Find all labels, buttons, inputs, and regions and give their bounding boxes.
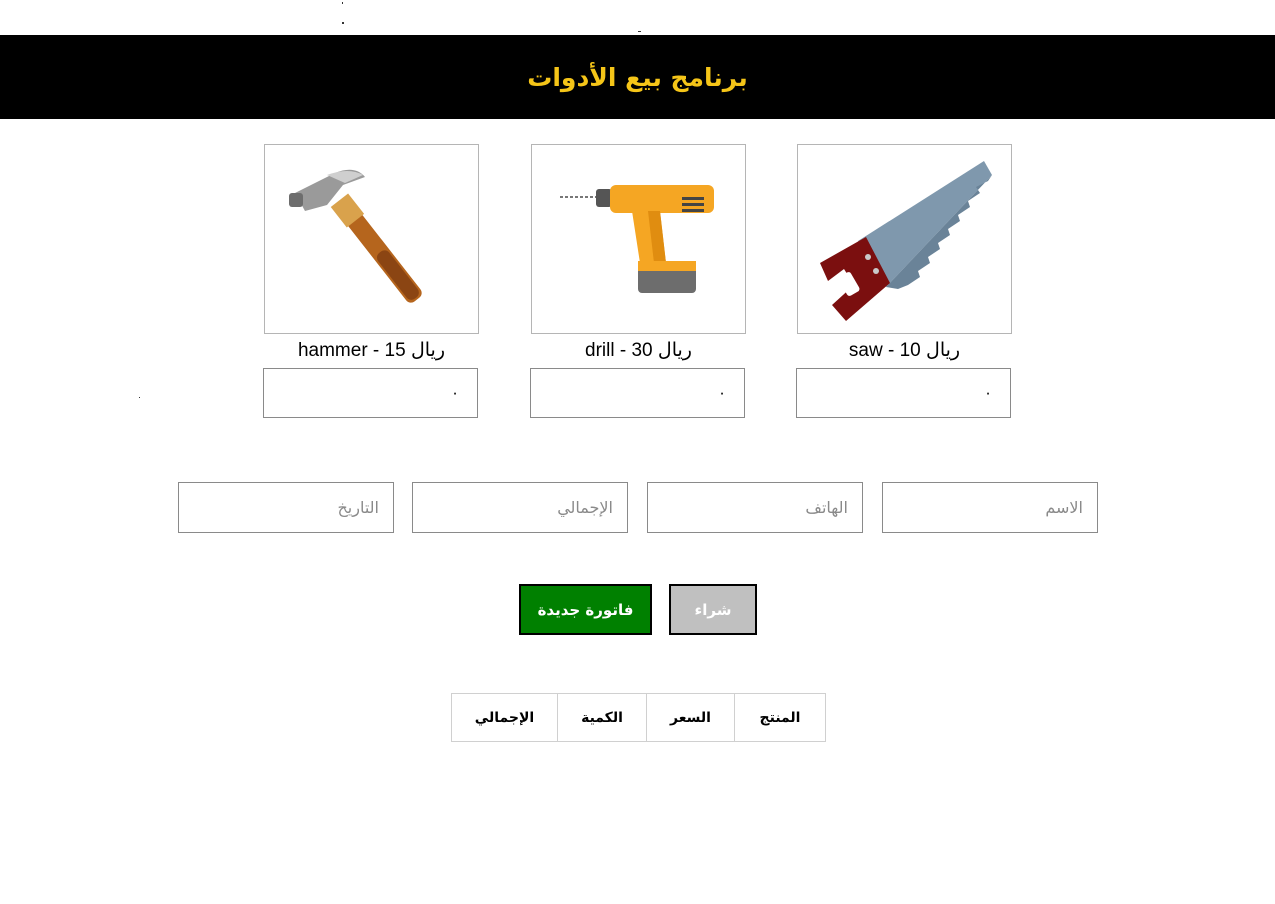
invoice-table-header-row: المنتج السعر الكمية الإجمالي (451, 693, 826, 742)
header-quantity: الكمية (557, 693, 647, 742)
new-invoice-button[interactable]: فاتورة جديدة (519, 584, 652, 635)
tool-caption-hammer: hammer - 15 ريال (297, 340, 446, 361)
saw-icon (820, 161, 992, 321)
phone-field[interactable] (647, 482, 863, 533)
header-price: السعر (646, 693, 735, 742)
invoice-table: المنتج السعر الكمية الإجمالي (451, 693, 826, 742)
header-total: الإجمالي (451, 693, 558, 742)
page-title: برنامج بيع الأدوات (527, 62, 748, 92)
tool-card-hammer: hammer - 15 ريال (264, 144, 479, 362)
app-header: برنامج بيع الأدوات (0, 35, 1275, 119)
tool-image-saw[interactable] (797, 144, 1012, 334)
date-field[interactable] (178, 482, 394, 533)
tool-image-drill[interactable] (531, 144, 746, 334)
buy-button[interactable]: شراء (669, 584, 757, 635)
saw-quantity-input[interactable] (796, 368, 1011, 418)
stray-dot (342, 2, 343, 4)
header-product: المنتج (734, 693, 826, 742)
stray-dot (139, 397, 140, 398)
hammer-icon (289, 169, 422, 303)
tool-caption-drill: drill - 30 ريال (585, 340, 692, 361)
tool-caption-saw: saw - 10 ريال (848, 340, 961, 361)
name-field[interactable] (882, 482, 1098, 533)
tool-card-saw: saw - 10 ريال (797, 144, 1012, 362)
stray-dot (342, 22, 344, 24)
total-field[interactable] (412, 482, 628, 533)
tool-image-hammer[interactable] (264, 144, 479, 334)
stray-dot (638, 31, 641, 32)
drill-icon (560, 185, 714, 293)
drill-quantity-input[interactable] (530, 368, 745, 418)
tool-card-drill: drill - 30 ريال (531, 144, 746, 362)
hammer-quantity-input[interactable] (263, 368, 478, 418)
